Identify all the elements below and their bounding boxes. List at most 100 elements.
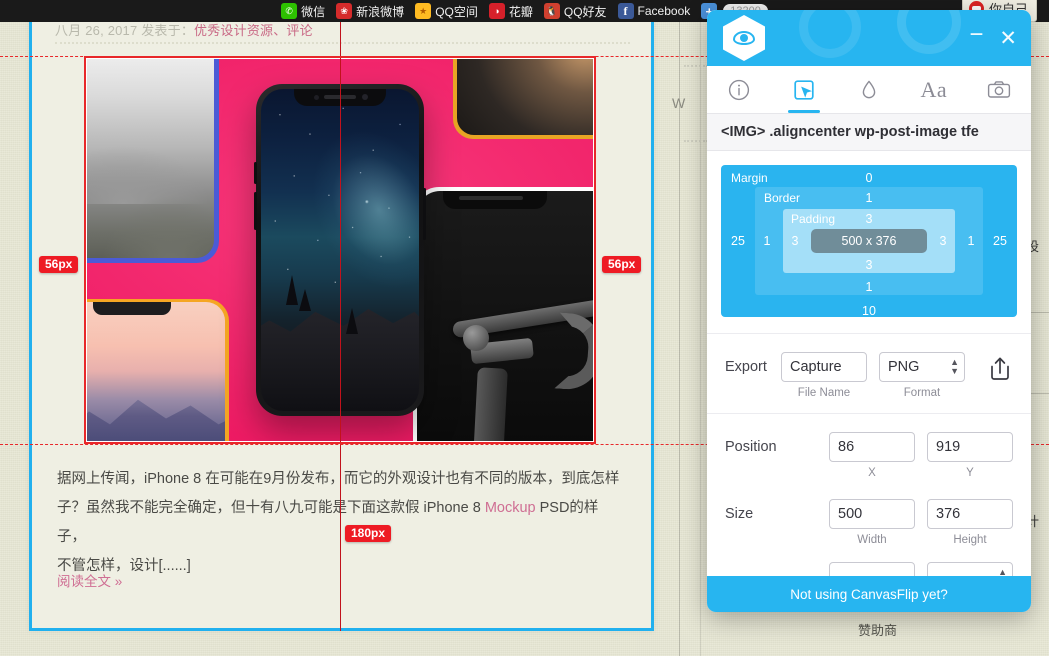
- size-height-input[interactable]: [927, 499, 1013, 529]
- phone-right-bicycle: [413, 187, 593, 441]
- canvasflip-inspector-panel: − ✕ Aa <IMG> .aligncenter wp-post-image …: [707, 10, 1031, 612]
- share-label: Facebook: [637, 4, 691, 18]
- border-left-value: 1: [763, 234, 771, 248]
- box-model-content-size: 500 x 376: [811, 229, 927, 253]
- position-x-group: X: [829, 432, 915, 479]
- post-body-line-1: 据网上传闻，iPhone 8 在可能在9月份发布，而它的外观设计也有不同的版本，…: [57, 471, 620, 487]
- canvasflip-cta-footer[interactable]: Not using CanvasFlip yet?: [707, 576, 1031, 612]
- file-name-sublabel: File Name: [797, 387, 851, 399]
- panel-scroll-area[interactable]: Position X Y Size Wi: [707, 413, 1031, 612]
- export-fields: File Name ▲▼ Format: [781, 352, 1013, 399]
- tree-silhouette: [346, 307, 359, 334]
- phone-bottom-left: [87, 299, 229, 441]
- format-select[interactable]: [879, 352, 965, 382]
- size-height-sublabel: Height: [953, 534, 987, 546]
- position-x-input[interactable]: [829, 432, 915, 462]
- partial-label: [725, 562, 829, 569]
- column-divider-secondary: [700, 0, 701, 656]
- eye-pupil: [740, 34, 748, 42]
- panel-tabs: Aa: [707, 66, 1031, 114]
- border-top-value: 1: [865, 191, 873, 205]
- typography-icon: Aa: [920, 76, 948, 102]
- phone-power-button: [423, 188, 426, 240]
- format-select-wrap[interactable]: ▲▼: [879, 352, 965, 382]
- phone-top-right-screen: [457, 59, 593, 135]
- share-item-huaban[interactable]: ◑ 花瓣: [488, 3, 533, 20]
- border-right-value: 1: [967, 234, 975, 248]
- element-selector-readout: <IMG> .aligncenter wp-post-image tfe: [707, 114, 1031, 151]
- upload-icon[interactable]: [987, 354, 1013, 387]
- file-name-input[interactable]: [781, 352, 867, 382]
- export-section: Export File Name ▲▼ Format: [707, 333, 1031, 413]
- post-date: 八月 26, 2017 发表于：: [55, 23, 195, 38]
- tab-camera[interactable]: [975, 67, 1023, 113]
- sidebar-rule-2: [1031, 393, 1049, 394]
- tab-typography[interactable]: Aa: [910, 67, 958, 113]
- post-categories[interactable]: 优秀设计资源、评论: [194, 23, 313, 38]
- tree-silhouette: [286, 274, 299, 305]
- share-label: 花瓣: [508, 4, 533, 19]
- sensor-icon: [314, 95, 319, 100]
- qq-friend-icon: 🐧: [543, 3, 560, 19]
- phone-top-right: [453, 59, 593, 139]
- share-item-qq-friend[interactable]: 🐧 QQ好友: [543, 3, 607, 20]
- margin-left-value: 25: [731, 234, 745, 248]
- share-item-facebook[interactable]: f Facebook: [617, 3, 691, 19]
- share-item-weibo[interactable]: ❀ 新浪微博: [336, 3, 404, 20]
- margin-bottom-value: 10: [862, 304, 876, 318]
- padding-left-value: 3: [791, 234, 799, 248]
- post-body-line-2: 子？虽然我不能完全确定，但十有八九可能是下面这款假 iPhone 8 Mocku…: [57, 494, 627, 552]
- position-label: Position: [725, 439, 777, 455]
- read-more-link[interactable]: 阅读全文 »: [57, 570, 122, 590]
- size-width-input[interactable]: [829, 499, 915, 529]
- box-model-padding: Padding 3 3 3 3 500 x 376: [783, 209, 955, 273]
- tab-select-element[interactable]: [780, 67, 828, 113]
- sidebar-rule-1: [1031, 312, 1049, 313]
- weibo-icon: ❀: [336, 3, 353, 19]
- bike-fork: [471, 367, 508, 441]
- position-fields: X Y: [829, 432, 1013, 479]
- position-section: Position X Y: [707, 413, 1031, 493]
- export-label: Export: [725, 359, 767, 375]
- qzone-icon: ★: [415, 3, 432, 19]
- share-item-wechat[interactable]: ✆ 微信: [281, 3, 325, 20]
- bike-hub: [463, 325, 490, 351]
- tab-color-picker[interactable]: [845, 67, 893, 113]
- margin-right-value: 25: [993, 234, 1007, 248]
- front-camera-icon: [362, 94, 368, 100]
- border-bottom-value: 1: [865, 280, 873, 294]
- position-x-sublabel: X: [868, 467, 876, 479]
- size-label: Size: [725, 506, 754, 522]
- bike-drop-bar: [554, 312, 593, 392]
- margin-top-value: 0: [865, 171, 873, 185]
- size-height-group: Height: [927, 499, 1013, 546]
- size-section: Size Width Height: [707, 493, 1031, 560]
- padding-bottom-value: 3: [865, 258, 873, 272]
- wechat-icon: ✆: [281, 3, 298, 19]
- sidebar-dotted-rule-top: [684, 65, 708, 67]
- eye-shape: [733, 31, 755, 45]
- mockup-keyword: Mockup: [484, 500, 536, 516]
- file-name-field-group: File Name: [781, 352, 867, 399]
- phone-right-screen: [417, 191, 593, 441]
- padding-right-value: 3: [939, 234, 947, 248]
- size-fields: Width Height: [829, 499, 1013, 546]
- share-item-qzone[interactable]: ★ QQ空间: [415, 3, 478, 20]
- box-model-diagram: Margin 0 10 25 25 Border 1 1 1 1 Padding…: [707, 151, 1031, 333]
- close-icon[interactable]: ✕: [999, 28, 1017, 49]
- tab-info[interactable]: [715, 67, 763, 113]
- tree-silhouette: [298, 289, 311, 312]
- sidebar-dotted-rule-bottom: [684, 140, 708, 142]
- size-width-sublabel: Width: [857, 534, 887, 546]
- share-label: 新浪微博: [356, 4, 405, 19]
- sponsor-label: 赞助商: [858, 623, 898, 638]
- eye-logo-icon: [723, 15, 765, 61]
- window-controls: − ✕: [969, 23, 1017, 50]
- share-label: 微信: [301, 4, 326, 19]
- share-label: QQ空间: [435, 4, 478, 19]
- position-y-input[interactable]: [927, 432, 1013, 462]
- phone-top-left: [87, 59, 219, 263]
- minimize-icon[interactable]: −: [969, 23, 983, 47]
- vertical-guide-center: [340, 0, 341, 631]
- facebook-icon: f: [617, 3, 634, 19]
